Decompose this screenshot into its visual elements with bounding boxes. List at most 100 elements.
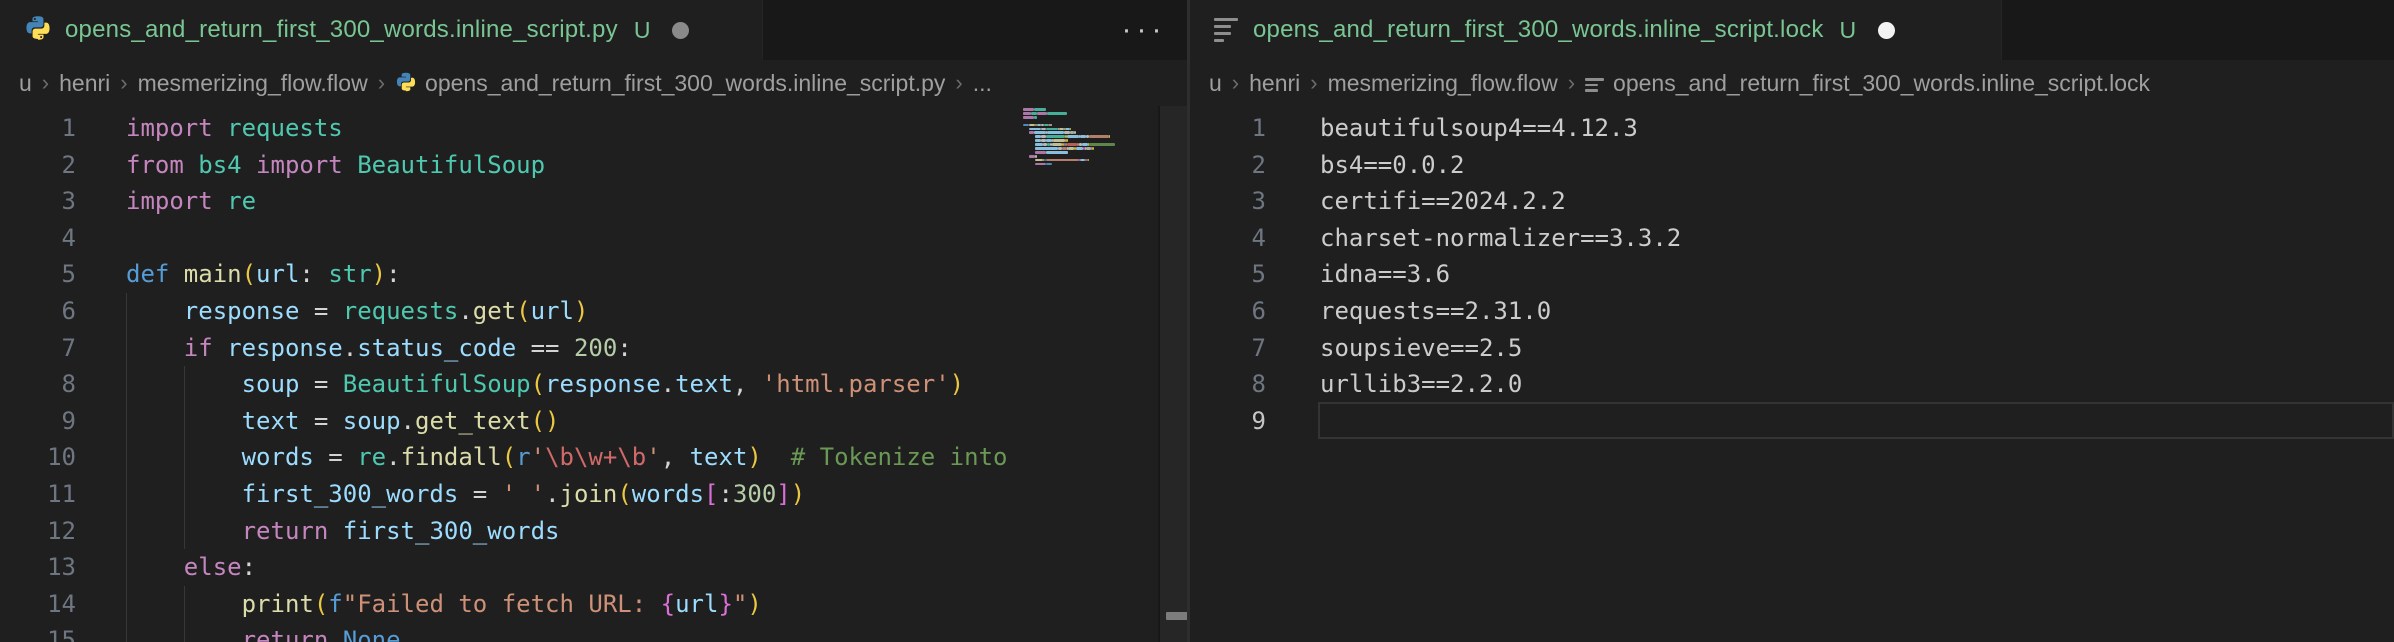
code-line[interactable]: charset-normalizer==3.3.2 bbox=[1320, 220, 1681, 257]
editor-actions-more-button[interactable]: ··· bbox=[1112, 0, 1176, 60]
breadcrumb-item[interactable]: mesmerizing_flow.flow bbox=[1328, 70, 1558, 97]
tab-label: opens_and_return_first_300_words.inline_… bbox=[1253, 16, 1824, 44]
scrollbar-track[interactable] bbox=[1160, 106, 1187, 642]
minimap-token bbox=[1023, 108, 1034, 111]
minimap-token bbox=[1034, 108, 1046, 111]
breadcrumb-item-filename[interactable]: opens_and_return_first_300_words.inline_… bbox=[1613, 70, 2150, 97]
token: 'html.parser' bbox=[762, 370, 950, 398]
breadcrumb-item-symbol-ellipsis[interactable]: ... bbox=[973, 70, 992, 97]
token: print bbox=[242, 590, 314, 618]
token: r bbox=[516, 443, 530, 471]
line-number: 14 bbox=[0, 586, 76, 623]
token: " bbox=[733, 590, 747, 618]
minimap-token bbox=[1065, 128, 1070, 131]
minimap-token bbox=[1086, 147, 1091, 150]
minimap-token bbox=[1029, 128, 1041, 131]
token: text bbox=[690, 443, 748, 471]
minimap-token bbox=[1067, 139, 1069, 142]
token: get bbox=[473, 297, 516, 325]
line-number: 3 bbox=[0, 183, 76, 220]
code-line[interactable]: import re bbox=[126, 183, 256, 220]
token: . bbox=[343, 334, 357, 362]
code-line[interactable]: soupsieve==2.5 bbox=[1320, 330, 1522, 367]
code-line[interactable]: if response.status_code == 200: bbox=[126, 330, 632, 367]
code-line[interactable]: response = requests.get(url) bbox=[126, 293, 588, 330]
code-line[interactable]: idna==3.6 bbox=[1320, 256, 1450, 293]
tab-bar-right: opens_and_return_first_300_words.inline_… bbox=[1190, 0, 2394, 61]
token: ( bbox=[531, 370, 545, 398]
breadcrumb-item[interactable]: u bbox=[19, 70, 32, 97]
line-number: 6 bbox=[0, 293, 76, 330]
minimap-token bbox=[1041, 135, 1046, 138]
token: = bbox=[314, 443, 357, 471]
code-line[interactable]: text = soup.get_text() bbox=[126, 403, 560, 440]
code-line[interactable]: first_300_words = ' '.join(words[:300]) bbox=[126, 476, 805, 513]
tab-python-file[interactable]: opens_and_return_first_300_words.inline_… bbox=[0, 0, 763, 60]
code-line[interactable]: bs4==0.0.2 bbox=[1320, 147, 1465, 184]
minimap-token bbox=[1109, 135, 1111, 138]
line-number: 9 bbox=[1190, 403, 1266, 440]
token: ) bbox=[545, 407, 559, 435]
code-editor-python[interactable]: 1import requests2from bs4 import Beautif… bbox=[0, 106, 1187, 642]
minimap-token bbox=[1053, 139, 1065, 142]
git-status-badge: U bbox=[1840, 17, 1857, 44]
token: ( bbox=[242, 260, 256, 288]
minimap-token bbox=[1023, 139, 1035, 142]
token: = bbox=[458, 480, 501, 508]
token: : bbox=[617, 334, 631, 362]
minimap-token bbox=[1067, 135, 1079, 138]
token: 300 bbox=[733, 480, 776, 508]
token: \b\w+\b bbox=[545, 443, 646, 471]
token: ( bbox=[617, 480, 631, 508]
code-line[interactable]: def main(url: str): bbox=[126, 256, 401, 293]
line-number: 1 bbox=[0, 110, 76, 147]
token: f bbox=[328, 590, 342, 618]
code-line[interactable]: words = re.findall(r'\b\w+\b', text) # T… bbox=[126, 439, 1007, 476]
token bbox=[126, 297, 184, 325]
minimap-token bbox=[1034, 116, 1037, 119]
code-line[interactable]: print(f"Failed to fetch URL: {url}") bbox=[126, 586, 762, 623]
minimap-token bbox=[1059, 128, 1064, 131]
minimap-token bbox=[1023, 135, 1035, 138]
token: words bbox=[632, 480, 704, 508]
breadcrumb-item[interactable]: henri bbox=[1249, 70, 1300, 97]
breadcrumb-item[interactable]: mesmerizing_flow.flow bbox=[138, 70, 368, 97]
code-line[interactable]: beautifulsoup4==4.12.3 bbox=[1320, 110, 1638, 147]
token: ( bbox=[314, 590, 328, 618]
code-line[interactable]: certifi==2024.2.2 bbox=[1320, 183, 1566, 220]
chevron-right-icon: › bbox=[1568, 70, 1575, 96]
minimap[interactable] bbox=[1023, 106, 1158, 642]
token: [ bbox=[704, 480, 718, 508]
breadcrumb-item[interactable]: u bbox=[1209, 70, 1222, 97]
list-file-icon bbox=[1214, 17, 1240, 43]
line-number: 12 bbox=[0, 513, 76, 550]
breadcrumb-item-filename[interactable]: opens_and_return_first_300_words.inline_… bbox=[425, 70, 945, 97]
minimap-token bbox=[1092, 147, 1094, 150]
code-editor-lock[interactable]: 1beautifulsoup4==4.12.32bs4==0.0.23certi… bbox=[1190, 106, 2394, 642]
token: ' bbox=[531, 443, 545, 471]
code-line[interactable]: import requests bbox=[126, 110, 343, 147]
minimap-token bbox=[1041, 139, 1046, 142]
token: str bbox=[328, 260, 371, 288]
token: ) bbox=[747, 590, 761, 618]
code-line[interactable]: soup = BeautifulSoup(response.text, 'htm… bbox=[126, 366, 964, 403]
breadcrumb-item[interactable]: henri bbox=[59, 70, 110, 97]
line-number: 5 bbox=[1190, 256, 1266, 293]
scrollbar-thumb[interactable] bbox=[1166, 612, 1187, 620]
line-number: 11 bbox=[0, 476, 76, 513]
token: response bbox=[227, 334, 343, 362]
token: ) bbox=[747, 443, 761, 471]
minimap-token bbox=[1050, 124, 1052, 127]
code-line[interactable]: requests==2.31.0 bbox=[1320, 293, 1551, 330]
code-line[interactable]: return first_300_words bbox=[126, 513, 560, 550]
minimap-token bbox=[1023, 151, 1035, 154]
tab-lock-file[interactable]: opens_and_return_first_300_words.inline_… bbox=[1190, 0, 2002, 60]
minimap-token bbox=[1067, 143, 1078, 146]
minimap-token bbox=[1023, 143, 1035, 146]
minimap-token bbox=[1046, 139, 1052, 142]
code-line[interactable]: urllib3==2.2.0 bbox=[1320, 366, 1522, 403]
code-line[interactable]: return None bbox=[126, 622, 401, 642]
token: . bbox=[458, 297, 472, 325]
code-line[interactable]: else: bbox=[126, 549, 256, 586]
code-line[interactable]: from bs4 import BeautifulSoup bbox=[126, 147, 545, 184]
